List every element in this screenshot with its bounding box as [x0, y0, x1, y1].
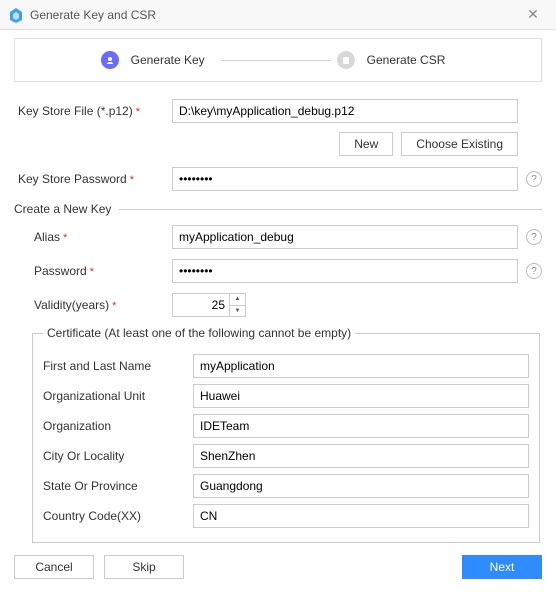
first-last-label: First and Last Name — [43, 359, 193, 373]
choose-existing-button[interactable]: Choose Existing — [401, 132, 518, 156]
certificate-fieldset: Certificate (At least one of the followi… — [32, 326, 540, 543]
help-icon[interactable]: ? — [526, 171, 542, 187]
validity-up-button[interactable]: ▲ — [230, 294, 245, 306]
keystore-file-input[interactable] — [172, 99, 518, 123]
key-password-label: Password* — [14, 264, 172, 278]
titlebar: Generate Key and CSR ✕ — [0, 0, 556, 30]
first-last-input[interactable] — [193, 354, 529, 378]
step-connector — [221, 60, 331, 61]
step2-indicator — [337, 51, 355, 69]
cancel-button[interactable]: Cancel — [14, 555, 94, 579]
required-mark: * — [130, 174, 134, 186]
alias-input[interactable] — [172, 225, 518, 249]
required-mark: * — [136, 106, 140, 118]
required-mark: * — [112, 300, 116, 312]
alias-label: Alias* — [14, 230, 172, 244]
state-label: State Or Province — [43, 479, 193, 493]
close-button[interactable]: ✕ — [518, 1, 548, 29]
org-unit-input[interactable] — [193, 384, 529, 408]
country-input[interactable] — [193, 504, 529, 528]
new-button[interactable]: New — [339, 132, 393, 156]
keystore-password-label: Key Store Password* — [14, 172, 172, 186]
section-divider — [119, 209, 542, 210]
validity-input[interactable] — [172, 293, 230, 317]
city-label: City Or Locality — [43, 449, 193, 463]
org-label: Organization — [43, 419, 193, 433]
org-input[interactable] — [193, 414, 529, 438]
required-mark: * — [90, 266, 94, 278]
key-password-input[interactable] — [172, 259, 518, 283]
help-icon[interactable]: ? — [526, 263, 542, 279]
keystore-file-label: Key Store File (*.p12)* — [14, 104, 172, 118]
step2-label: Generate CSR — [367, 53, 446, 67]
step1-label: Generate Key — [131, 53, 205, 67]
city-input[interactable] — [193, 444, 529, 468]
section-create-key-title: Create a New Key — [14, 202, 111, 216]
skip-button[interactable]: Skip — [104, 555, 184, 579]
app-icon — [8, 7, 24, 23]
step1-indicator — [101, 51, 119, 69]
certificate-legend: Certificate (At least one of the followi… — [43, 326, 355, 340]
window-title: Generate Key and CSR — [30, 8, 518, 22]
org-unit-label: Organizational Unit — [43, 389, 193, 403]
next-button[interactable]: Next — [462, 555, 542, 579]
stepper: Generate Key Generate CSR — [14, 38, 542, 82]
required-mark: * — [63, 232, 67, 244]
validity-down-button[interactable]: ▼ — [230, 306, 245, 317]
keystore-password-input[interactable] — [172, 167, 518, 191]
country-label: Country Code(XX) — [43, 509, 193, 523]
help-icon[interactable]: ? — [526, 229, 542, 245]
validity-label: Validity(years)* — [14, 298, 172, 312]
state-input[interactable] — [193, 474, 529, 498]
